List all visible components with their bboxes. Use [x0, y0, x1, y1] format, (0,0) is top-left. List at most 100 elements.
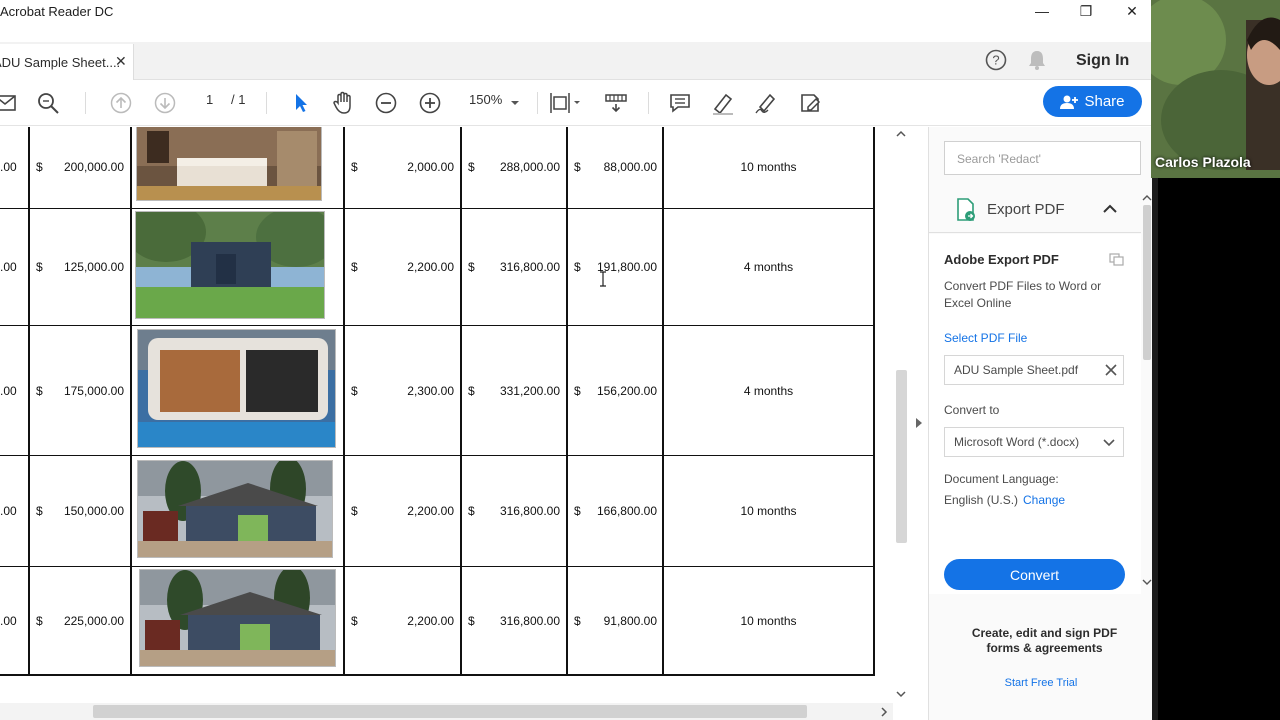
currency-sign: $ [468, 159, 475, 174]
zoom-out-icon[interactable] [373, 90, 399, 116]
document-view[interactable]: .00 $200,000.00 $2,000.00 $288,000.00 $8… [0, 127, 910, 720]
scroll-up-icon[interactable] [896, 130, 906, 138]
change-language-link[interactable]: Change [1023, 492, 1065, 509]
cell-equity: 156,200.00 [596, 383, 657, 398]
table-row: .00 $150,000.00 $2,200.00 $316,800.00 $1… [0, 455, 873, 566]
start-free-trial-link[interactable]: Start Free Trial [957, 675, 1125, 692]
chevron-up-icon[interactable] [1103, 204, 1117, 214]
cost-table: .00 $200,000.00 $2,000.00 $288,000.00 $8… [0, 127, 875, 676]
selected-file-field[interactable]: ADU Sample Sheet.pdf [944, 355, 1124, 385]
zoom-in-icon[interactable] [417, 90, 443, 116]
export-card: Adobe Export PDF Convert PDF Files to Wo… [929, 234, 1141, 594]
currency-sign: $ [574, 613, 581, 628]
scroll-down-icon[interactable] [896, 690, 906, 698]
toolbar: 1 / 1 150% [0, 80, 1152, 126]
table-row: .00 $200,000.00 $2,000.00 $288,000.00 $8… [0, 127, 873, 208]
mail-icon[interactable] [0, 90, 18, 116]
cell-prev: .00 [0, 260, 17, 274]
cell-value: 331,200.00 [499, 383, 560, 398]
expand-panel-icon[interactable] [915, 417, 923, 429]
minimize-icon: — [1035, 3, 1049, 19]
sign-in-link[interactable]: Sign In [1076, 52, 1129, 70]
currency-sign: $ [468, 383, 475, 398]
tab-label: ADU Sample Sheet.... [0, 55, 121, 70]
scroll-mode-icon[interactable] [603, 90, 629, 116]
highlight-pen-icon[interactable] [710, 90, 736, 116]
horizontal-scroll-thumb[interactable] [93, 705, 807, 718]
modular-unit-photo [137, 329, 336, 448]
currency-sign: $ [36, 383, 43, 398]
cell-prev: .00 [0, 613, 17, 628]
help-circle-icon[interactable]: ? [985, 49, 1007, 76]
convert-button[interactable]: Convert [944, 559, 1125, 590]
tools-search-input[interactable]: Search 'Redact' [944, 141, 1141, 175]
next-page-icon[interactable] [152, 90, 178, 116]
cell-cost: 200,000.00 [63, 159, 124, 174]
minimize-button[interactable]: — [1020, 0, 1064, 22]
export-pdf-title: Export PDF [987, 201, 1065, 218]
currency-sign: $ [574, 260, 581, 274]
table-row: .00 $175,000.00 $2,300.00 $331,200.00 $1… [0, 325, 873, 455]
scroll-right-icon[interactable] [880, 707, 888, 717]
select-pdf-file-link[interactable]: Select PDF File [944, 330, 1027, 347]
backyard-house-photo [139, 569, 336, 667]
cell-equity: 88,000.00 [603, 159, 657, 174]
copy-files-icon[interactable] [1109, 253, 1125, 267]
add-person-icon [1060, 95, 1079, 109]
export-pdf-header[interactable]: Export PDF [929, 187, 1141, 233]
currency-sign: $ [468, 613, 475, 628]
currency-sign: $ [351, 613, 358, 628]
zoom-dropdown-icon[interactable] [506, 90, 524, 116]
panel-scroll-up-icon[interactable] [1142, 194, 1152, 201]
share-button[interactable]: Share [1043, 86, 1142, 117]
previous-page-icon[interactable] [108, 90, 134, 116]
cell-time: 4 months [743, 260, 794, 274]
page-fit-icon[interactable] [548, 90, 582, 116]
tab-close-icon[interactable]: ✕ [115, 53, 127, 70]
panel-toggle-strip[interactable] [910, 127, 929, 720]
table-row: .00 $125,000.00 $2,200.00 $316,800.00 $1… [0, 208, 873, 325]
cell-prev: .00 [0, 159, 17, 174]
close-window-button[interactable]: ✕ [1110, 0, 1152, 22]
cell-value: 288,000.00 [499, 159, 560, 174]
bell-icon[interactable] [1027, 49, 1047, 76]
tab-document[interactable]: ADU Sample Sheet.... ✕ [0, 44, 134, 80]
tab-bar: ADU Sample Sheet.... ✕ [0, 42, 1152, 80]
remove-file-icon[interactable] [1105, 364, 1117, 376]
comment-icon[interactable] [667, 90, 693, 116]
cell-prev: .00 [0, 504, 17, 518]
cell-cost: 125,000.00 [63, 260, 124, 274]
restore-button[interactable]: ❐ [1064, 0, 1108, 22]
cell-sqft-price: 2,000.00 [407, 159, 454, 174]
vertical-scroll-thumb[interactable] [896, 370, 907, 543]
cell-sqft-price: 2,200.00 [407, 260, 454, 274]
title-bar: Acrobat Reader DC — ❐ ✕ [0, 0, 1152, 42]
svg-text:?: ? [992, 53, 999, 68]
convert-to-select[interactable]: Microsoft Word (*.docx) [944, 427, 1124, 457]
hand-tool-icon[interactable] [330, 90, 356, 116]
card-description: Convert PDF Files to Word or Excel Onlin… [944, 279, 1102, 310]
page-total: / 1 [231, 92, 246, 107]
sign-icon[interactable] [753, 90, 779, 116]
currency-sign: $ [36, 504, 43, 518]
acrobat-window: Acrobat Reader DC — ❐ ✕ ADU Sample Sheet… [0, 0, 1152, 720]
close-icon: ✕ [1126, 2, 1138, 19]
panel-scroll-down-icon[interactable] [1142, 579, 1152, 586]
panel-scroll-thumb[interactable] [1143, 205, 1151, 360]
currency-sign: $ [574, 159, 581, 174]
cell-prev: .00 [0, 383, 17, 398]
edit-tool-icon[interactable] [797, 90, 823, 116]
cell-time: 4 months [743, 383, 794, 398]
share-label: Share [1084, 93, 1125, 110]
page-number-input[interactable]: 1 [206, 92, 213, 107]
zoom-level[interactable]: 150% [469, 92, 502, 107]
cell-value: 316,800.00 [499, 613, 560, 628]
search-icon[interactable] [35, 90, 61, 116]
cell-time: 10 months [740, 504, 797, 518]
participant-name: Carlos Plazola [1155, 154, 1251, 170]
chevron-down-icon [1103, 439, 1115, 447]
cell-time: 10 months [740, 159, 797, 174]
cell-value: 316,800.00 [499, 504, 560, 518]
cell-cost: 225,000.00 [63, 613, 124, 628]
select-pointer-icon[interactable] [287, 90, 313, 116]
